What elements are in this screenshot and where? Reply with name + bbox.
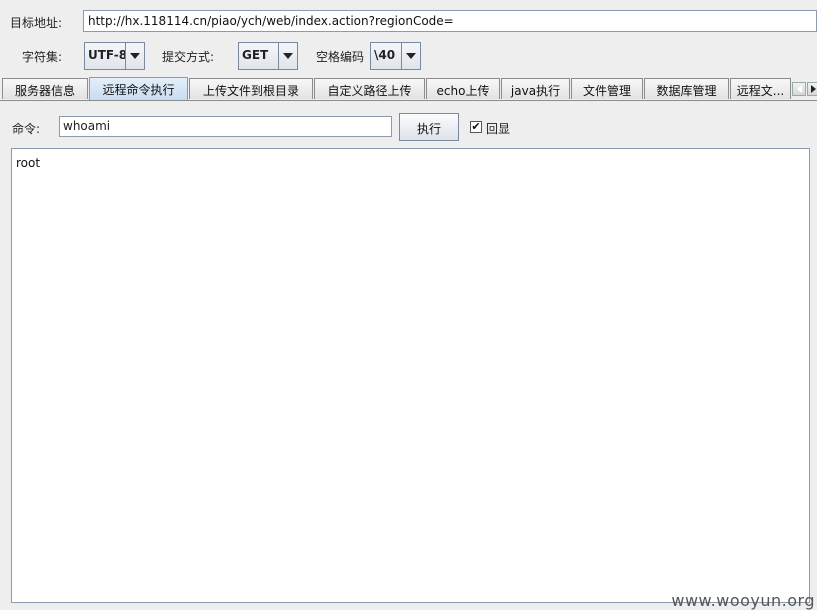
- tab-remote-command[interactable]: 远程命令执行: [89, 77, 188, 100]
- tab-java-exec[interactable]: java执行: [501, 78, 570, 99]
- method-select-value: GET: [242, 48, 269, 62]
- tab-remote-file[interactable]: 远程文...: [730, 78, 791, 99]
- tab-scroll-right-button[interactable]: [807, 82, 817, 96]
- watermark: www.wooyun.org: [671, 591, 815, 610]
- charset-label: 字符集:: [22, 50, 63, 64]
- charset-select[interactable]: UTF-8: [84, 42, 145, 70]
- space-encoding-select[interactable]: \40: [370, 42, 421, 70]
- tab-custom-path-upload[interactable]: 自定义路径上传: [314, 78, 425, 99]
- method-label: 提交方式:: [162, 50, 215, 64]
- space-encoding-label: 空格编码: [316, 50, 365, 64]
- command-input[interactable]: whoami: [59, 116, 392, 137]
- arrow-left-icon: [796, 85, 802, 93]
- chevron-down-icon[interactable]: [125, 43, 144, 69]
- tab-server-info[interactable]: 服务器信息: [2, 78, 88, 99]
- echo-checkbox[interactable]: ✔: [470, 121, 482, 133]
- chevron-down-icon[interactable]: [278, 43, 297, 69]
- execute-button[interactable]: 执行: [399, 113, 459, 141]
- command-output-area[interactable]: root: [11, 148, 810, 603]
- app-window: 目标地址: http://hx.118114.cn/piao/ych/web/i…: [0, 0, 817, 610]
- space-encoding-select-value: \40: [374, 48, 396, 62]
- target-url-input[interactable]: http://hx.118114.cn/piao/ych/web/index.a…: [83, 10, 817, 32]
- chevron-down-icon[interactable]: [401, 43, 420, 69]
- charset-select-value: UTF-8: [88, 48, 125, 62]
- tab-upload-root[interactable]: 上传文件到根目录: [189, 78, 313, 99]
- arrow-right-icon: [810, 85, 816, 93]
- tab-scroll-left-button[interactable]: [792, 82, 806, 96]
- tab-database-manager[interactable]: 数据库管理: [644, 78, 729, 99]
- echo-checkbox-label[interactable]: 回显: [486, 120, 510, 137]
- tab-bar: 服务器信息 远程命令执行 上传文件到根目录 自定义路径上传 echo上传 jav…: [2, 77, 817, 100]
- method-select[interactable]: GET: [238, 42, 298, 70]
- tab-file-manager[interactable]: 文件管理: [571, 78, 643, 99]
- command-label: 命令:: [12, 122, 41, 136]
- tab-echo-upload[interactable]: echo上传: [426, 78, 500, 99]
- tab-divider: [0, 100, 817, 101]
- target-url-label: 目标地址:: [10, 16, 63, 30]
